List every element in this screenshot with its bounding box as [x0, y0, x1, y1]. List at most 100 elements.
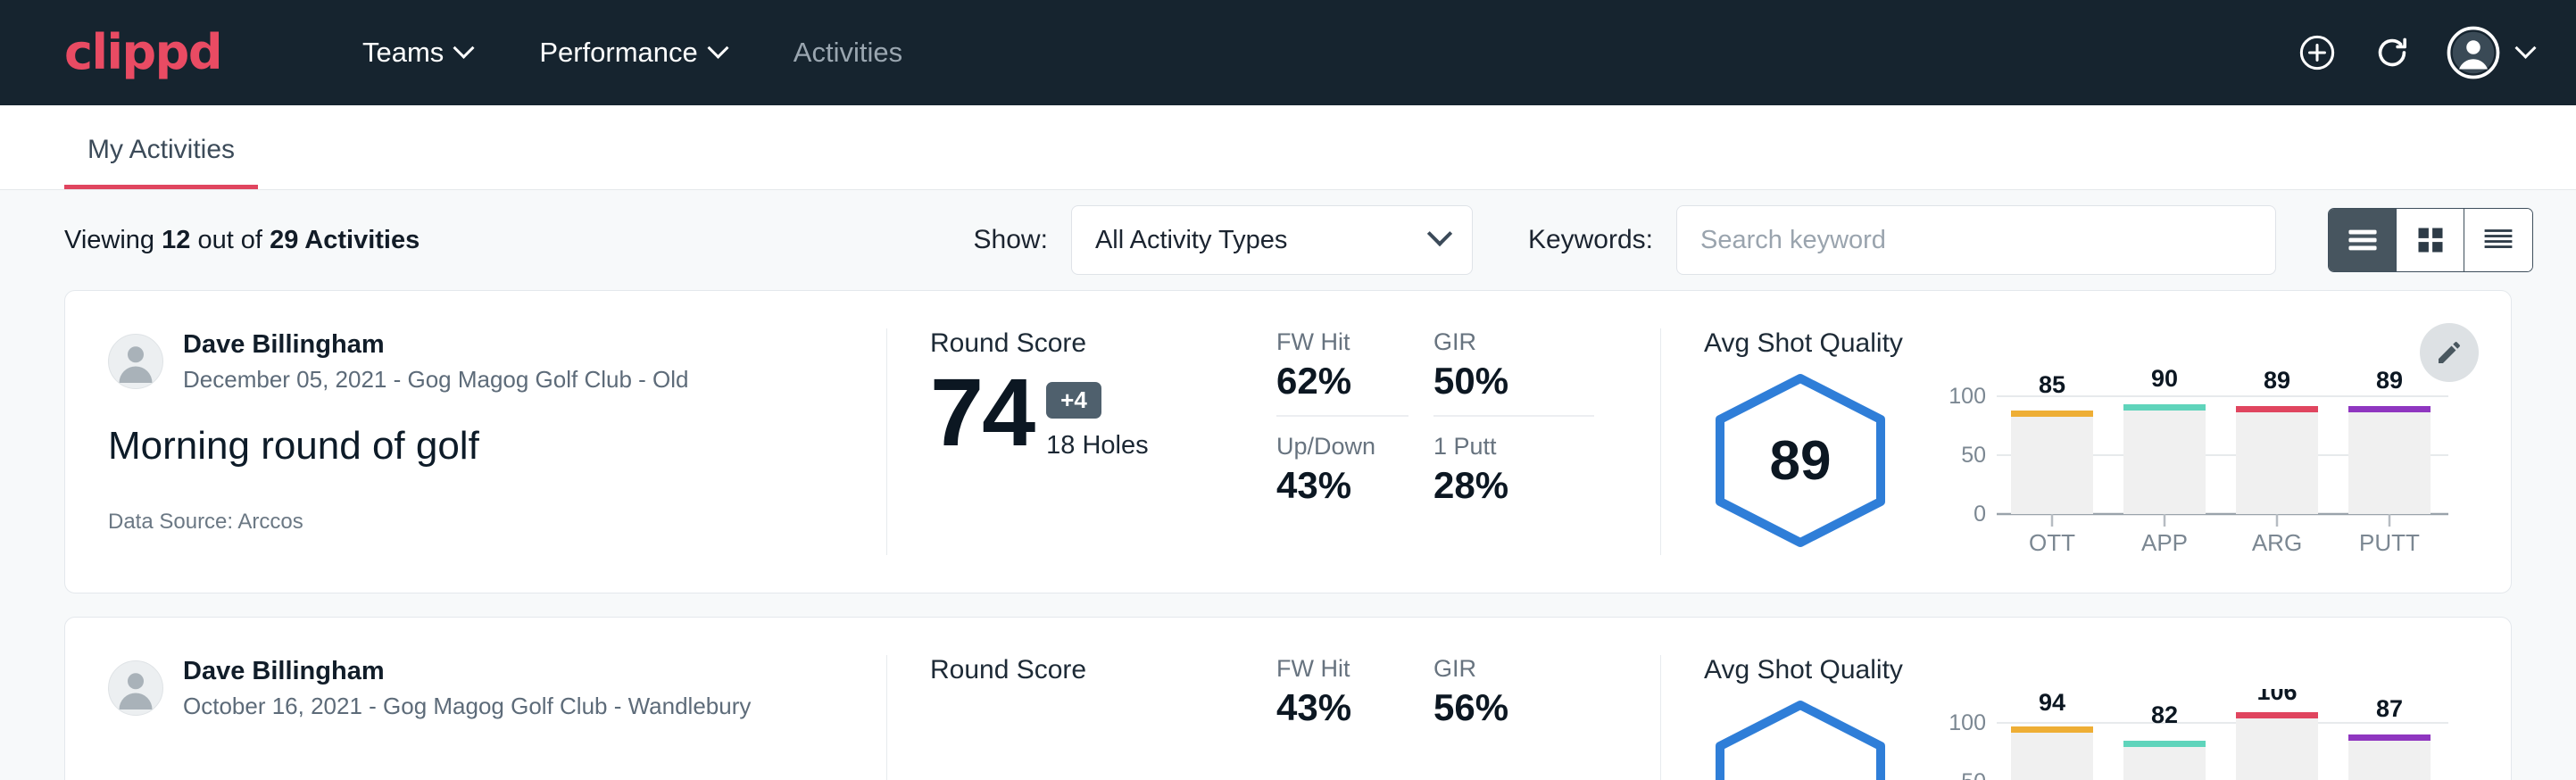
svg-text:89: 89	[2264, 367, 2290, 394]
stat-value: 43%	[1276, 686, 1408, 729]
stats-grid: FW Hit 43% GIR 56%	[1276, 655, 1660, 742]
stat-gir: GIR 56%	[1433, 655, 1594, 742]
nav-item-teams[interactable]: Teams	[328, 37, 505, 69]
svg-text:94: 94	[2039, 689, 2065, 716]
stat-value: 43%	[1276, 464, 1408, 507]
filter-controls: Show: All Activity Types Keywords:	[974, 205, 2533, 275]
svg-text:90: 90	[2151, 365, 2178, 392]
stat-value: 28%	[1433, 464, 1594, 507]
activity-meta: December 05, 2021 - Gog Magog Golf Club …	[183, 366, 689, 394]
stat-fw-hit: FW Hit 62%	[1276, 328, 1408, 417]
keywords-label: Keywords:	[1528, 225, 1653, 255]
account-menu[interactable]	[2447, 26, 2533, 79]
svg-text:89: 89	[2376, 367, 2403, 394]
header-actions	[2297, 26, 2533, 79]
stat-one-putt: 1 Putt 28%	[1433, 433, 1594, 519]
player-identity: Dave Billingham December 05, 2021 - Gog …	[183, 328, 689, 394]
shot-quality-body: 100 50 0 94 82 106	[1704, 689, 2511, 780]
view-toggle-group	[2328, 208, 2533, 272]
shot-quality-hexagon: 89	[1704, 371, 1897, 550]
nav-item-activities[interactable]: Activities	[760, 37, 936, 69]
pencil-icon	[2435, 338, 2464, 367]
shot-quality-label: Avg Shot Quality	[1704, 655, 2511, 685]
stats-section: FW Hit 62% GIR 50% Up/Down 43% 1 Putt 28…	[1276, 291, 1660, 593]
shot-quality-section: Avg Shot Quality 100 50 0	[1661, 618, 2511, 780]
main-nav: Teams Performance Activities	[328, 37, 936, 69]
nav-item-label: Teams	[362, 37, 444, 69]
stat-label: GIR	[1433, 655, 1594, 683]
stat-up-down: Up/Down 43%	[1276, 433, 1408, 519]
stat-label: FW Hit	[1276, 655, 1408, 683]
shot-quality-section: Avg Shot Quality 89 100 50 0	[1661, 291, 2511, 593]
compact-view-button[interactable]	[2464, 209, 2532, 271]
grid-view-button[interactable]	[2397, 209, 2464, 271]
svg-text:106: 106	[2256, 689, 2297, 705]
activity-info: Dave Billingham October 16, 2021 - Gog M…	[65, 618, 886, 780]
nav-item-performance[interactable]: Performance	[505, 37, 759, 69]
compact-view-icon	[2483, 228, 2514, 253]
svg-text:100: 100	[1949, 710, 1986, 735]
round-score-row: 74 +4 18 Holes	[930, 364, 1276, 461]
chevron-down-icon	[707, 37, 728, 58]
round-score-side: +4 18 Holes	[1046, 382, 1148, 461]
data-source: Data Source: Arccos	[108, 510, 886, 535]
viewing-mid: out of	[197, 226, 262, 254]
nav-item-label: Activities	[794, 37, 902, 69]
clippd-logo[interactable]: clippd	[64, 29, 221, 77]
viewing-count: 12	[162, 226, 190, 254]
activity-info: Dave Billingham December 05, 2021 - Gog …	[65, 291, 886, 593]
round-score-section: Round Score 74 +4 18 Holes	[887, 291, 1276, 593]
activity-card[interactable]: Dave Billingham December 05, 2021 - Gog …	[64, 290, 2512, 593]
app-header: clippd Teams Performance Activities	[0, 0, 2576, 105]
shot-quality-hexagon	[1704, 698, 1897, 780]
edit-activity-button[interactable]	[2420, 323, 2479, 382]
round-score-label: Round Score	[930, 328, 1276, 359]
svg-text:50: 50	[1961, 769, 1986, 780]
stats-grid: FW Hit 62% GIR 50% Up/Down 43% 1 Putt 28…	[1276, 328, 1660, 519]
chevron-down-icon	[1427, 221, 1452, 246]
svg-text:PUTT: PUTT	[2359, 529, 2420, 554]
filter-toolbar: Viewing 12 out of 29 Activities Show: Al…	[0, 190, 2576, 290]
shot-quality-value: 89	[1704, 371, 1897, 550]
activity-list: Dave Billingham December 05, 2021 - Gog …	[0, 290, 2576, 780]
tab-my-activities[interactable]: My Activities	[64, 135, 258, 189]
search-input[interactable]	[1676, 205, 2276, 275]
svg-text:100: 100	[1949, 384, 1986, 409]
tab-strip: My Activities	[0, 105, 2576, 190]
activity-type-select[interactable]: All Activity Types	[1071, 205, 1473, 275]
holes-played: 18 Holes	[1046, 431, 1148, 461]
activity-card[interactable]: Dave Billingham October 16, 2021 - Gog M…	[64, 617, 2512, 780]
refresh-button[interactable]	[2372, 32, 2413, 73]
show-label: Show:	[974, 225, 1048, 255]
list-view-button[interactable]	[2329, 209, 2397, 271]
avatar	[108, 334, 163, 389]
stats-section: FW Hit 43% GIR 56%	[1276, 618, 1660, 780]
svg-text:APP: APP	[2141, 529, 2188, 554]
svg-text:85: 85	[2039, 371, 2065, 398]
shot-quality-bar-chart: 100 50 0 94 82 106	[1940, 689, 2457, 780]
shot-quality-body: 89 100 50 0 85	[1704, 362, 2511, 559]
stat-gir: GIR 50%	[1433, 328, 1594, 417]
stat-label: 1 Putt	[1433, 433, 1594, 461]
shot-quality-bar-chart: 100 50 0 85 OTT	[1940, 362, 2457, 554]
grid-view-icon	[2417, 227, 2444, 253]
svg-text:OTT: OTT	[2029, 529, 2075, 554]
chevron-down-icon	[453, 37, 475, 58]
player-identity: Dave Billingham October 16, 2021 - Gog M…	[183, 655, 751, 720]
activity-type-value: All Activity Types	[1095, 226, 1287, 255]
add-button[interactable]	[2297, 32, 2338, 73]
shot-quality-chart: 100 50 0 85 OTT	[1940, 362, 2457, 559]
round-score-label: Round Score	[930, 655, 1276, 685]
list-view-icon	[2347, 228, 2378, 252]
activity-title: Morning round of golf	[108, 424, 886, 469]
stat-value: 62%	[1276, 360, 1408, 402]
viewing-total: 29 Activities	[270, 226, 420, 254]
player-name: Dave Billingham	[183, 655, 751, 687]
viewing-prefix: Viewing	[64, 226, 154, 254]
shot-quality-label: Avg Shot Quality	[1704, 328, 2511, 359]
nav-item-label: Performance	[539, 37, 697, 69]
stat-value: 50%	[1433, 360, 1594, 402]
svg-text:82: 82	[2151, 701, 2178, 728]
shot-quality-chart: 100 50 0 94 82 106	[1940, 689, 2457, 780]
account-avatar-icon	[2447, 26, 2500, 79]
